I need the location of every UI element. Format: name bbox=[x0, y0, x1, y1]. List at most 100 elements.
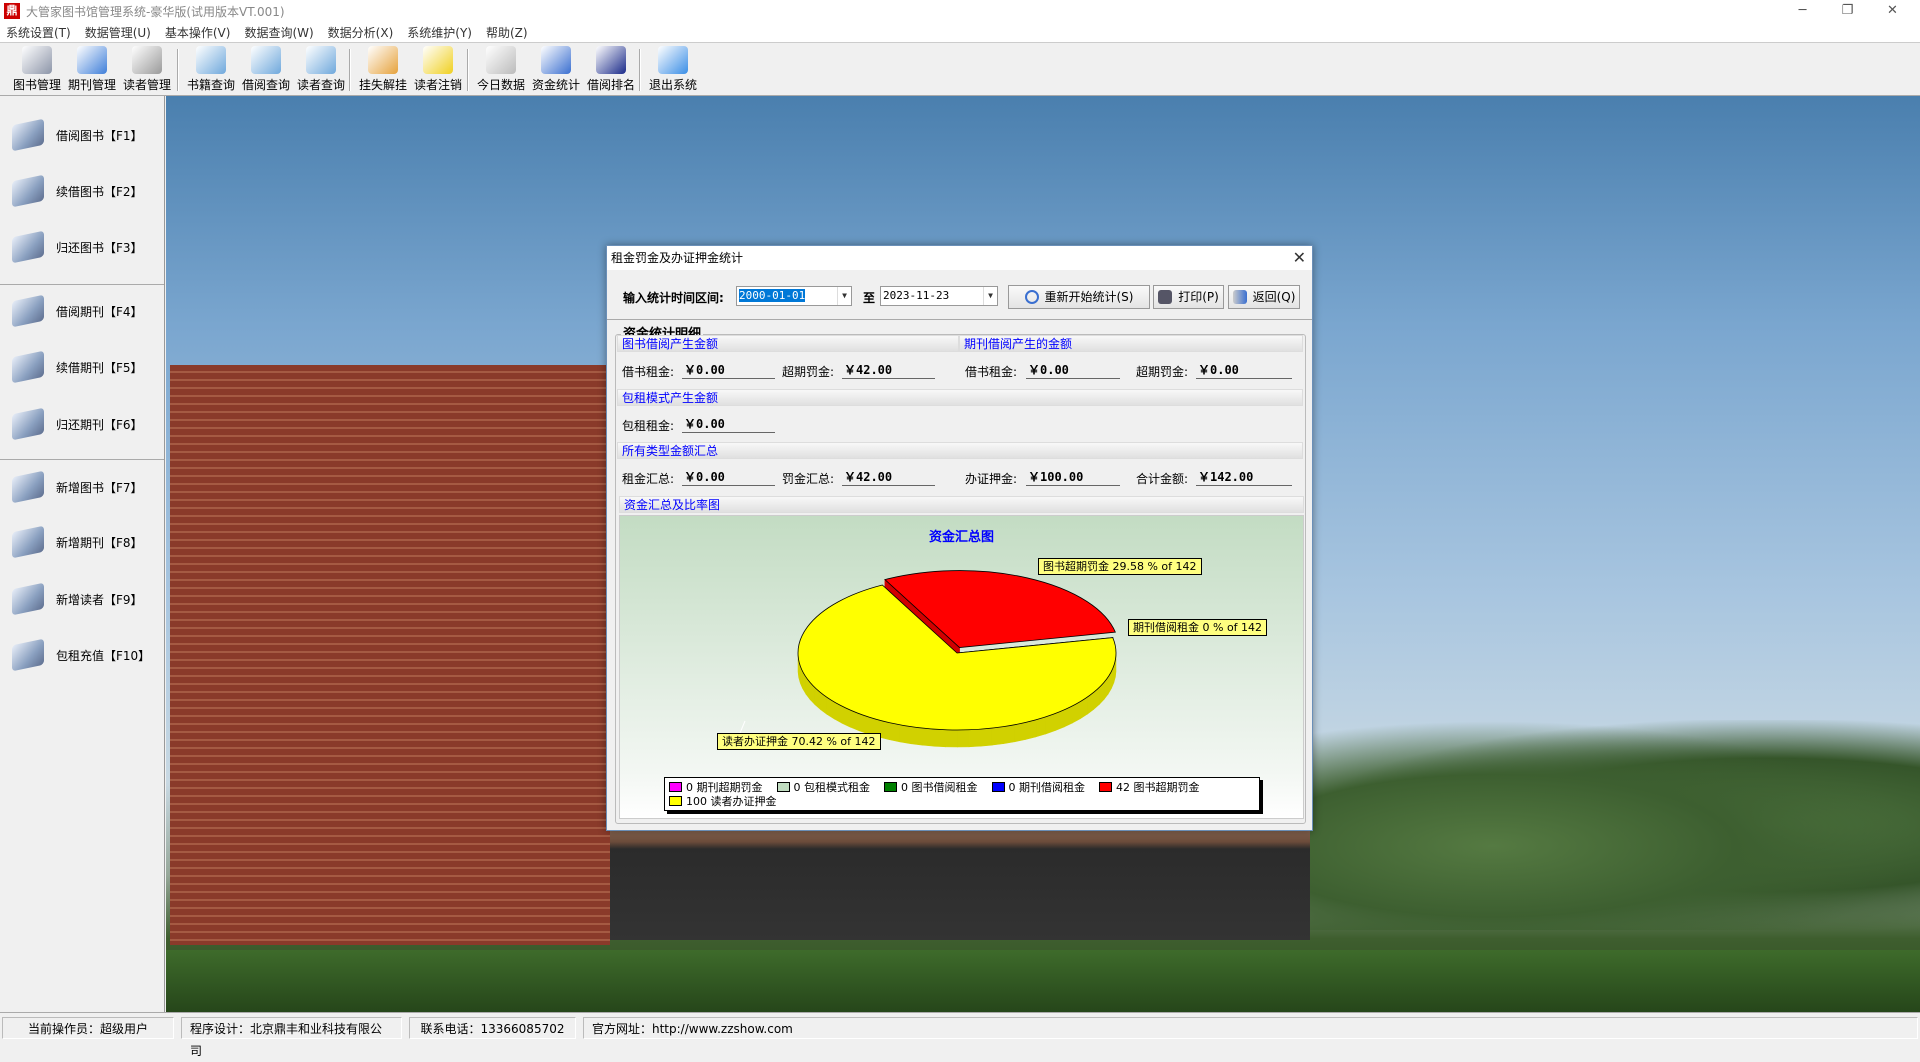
fund-statistics-dialog: 租金罚金及办证押金统计 ✕ 输入统计时间区间: 2000-01-01 ▼ 至 2… bbox=[606, 245, 1313, 831]
print-button[interactable]: 打印(P) bbox=[1153, 285, 1224, 309]
printer-icon bbox=[1158, 290, 1173, 304]
section-book-header: 图书借阅产生金额 bbox=[617, 335, 959, 352]
sidebar-item-2[interactable]: 归还图书【F3】 bbox=[12, 230, 143, 264]
toolbar-button-label: 资金统计 bbox=[531, 78, 580, 92]
sidebar-item-label: 借阅图书【F1】 bbox=[56, 128, 143, 143]
borrow-journal-icon bbox=[12, 294, 44, 328]
menu-data-analysis[interactable]: 数据分析(X) bbox=[328, 24, 394, 41]
book-rent-label: 借书租金: bbox=[622, 365, 675, 379]
toolbar-button-6[interactable]: 挂失解挂 bbox=[355, 46, 411, 94]
sidebar-item-5[interactable]: 归还期刊【F6】 bbox=[12, 407, 143, 441]
menu-data-query[interactable]: 数据查询(W) bbox=[244, 24, 313, 41]
sidebar-item-3[interactable]: 借阅期刊【F4】 bbox=[12, 294, 143, 328]
return-book-icon bbox=[12, 230, 44, 264]
toolbar: 图书管理 期刊管理 读者管理 书籍查询 借阅查询 读者查询 挂失解挂 读者注销 今日数据 资金统计… bbox=[0, 42, 1920, 96]
toolbar-button-label: 今日数据 bbox=[476, 78, 525, 92]
toolbar-button-1[interactable]: 期刊管理 bbox=[64, 46, 120, 94]
borrow-book-icon bbox=[12, 118, 44, 152]
toolbar-button-10[interactable]: 借阅排名 bbox=[583, 46, 639, 94]
toolbar-button-11[interactable]: 退出系统 bbox=[645, 46, 701, 94]
sidebar-item-8[interactable]: 新增读者【F9】 bbox=[12, 582, 143, 616]
rental-rent-value: ￥0.00 bbox=[682, 416, 775, 433]
sidebar-item-4[interactable]: 续借期刊【F5】 bbox=[12, 350, 143, 384]
label-leader-line bbox=[739, 720, 746, 734]
section-rental-header: 包租模式产生金额 bbox=[617, 389, 1303, 406]
fine-total-label: 罚金汇总: bbox=[782, 472, 835, 486]
legend-swatch bbox=[884, 782, 897, 792]
sidebar-divider bbox=[0, 459, 164, 460]
return-button[interactable]: 返回(Q) bbox=[1228, 285, 1300, 309]
end-date-value: 2023-11-23 bbox=[883, 289, 950, 302]
dialog-close-button[interactable]: ✕ bbox=[1293, 246, 1306, 270]
slice-label-book-fine: 图书超期罚金 29.58 % of 142 bbox=[1038, 558, 1202, 575]
legend-text: 42 图书超期罚金 bbox=[1116, 781, 1200, 794]
return-journal-icon bbox=[12, 407, 44, 441]
title-bar: 鼎 大管家图书馆管理系统-豪华版(试用版本VT.001) ─ ❐ ✕ bbox=[0, 0, 1920, 22]
menu-basic-operations[interactable]: 基本操作(V) bbox=[165, 24, 231, 41]
menu-help[interactable]: 帮助(Z) bbox=[486, 24, 528, 41]
grand-total-label: 合计金额: bbox=[1136, 472, 1189, 486]
toolbar-button-8[interactable]: 今日数据 bbox=[473, 46, 529, 94]
pie-slice-side bbox=[899, 724, 912, 745]
add-reader-icon bbox=[12, 582, 44, 616]
toolbar-button-label: 读者管理 bbox=[122, 78, 171, 92]
toolbar-button-3[interactable]: 书籍查询 bbox=[183, 46, 239, 94]
fund-pie-chart: 资金汇总图 图书超期罚金 29.58 % of 142 期刊借阅租金 0 % o… bbox=[619, 515, 1304, 819]
legend-swatch bbox=[776, 782, 790, 792]
toolbar-button-label: 借阅查询 bbox=[241, 78, 290, 92]
renew-book-icon bbox=[12, 174, 44, 208]
toolbar-button-2[interactable]: 读者管理 bbox=[119, 46, 175, 94]
sidebar-item-label: 新增图书【F7】 bbox=[56, 480, 143, 495]
chevron-down-icon[interactable]: ▼ bbox=[837, 287, 851, 305]
menu-system-settings[interactable]: 系统设置(T) bbox=[6, 24, 71, 41]
restart-statistics-button[interactable]: 重新开始统计(S) bbox=[1008, 285, 1150, 309]
menu-system-maintenance[interactable]: 系统维护(Y) bbox=[407, 24, 472, 41]
folder-search-icon bbox=[196, 46, 226, 74]
journal-icon bbox=[77, 46, 107, 74]
toolbar-button-7[interactable]: 读者注销 bbox=[410, 46, 466, 94]
close-button[interactable]: ✕ bbox=[1870, 0, 1915, 22]
legend-text: 0 包租模式租金 bbox=[793, 781, 871, 794]
sidebar-item-9[interactable]: 包租充值【F10】 bbox=[12, 638, 150, 672]
minimize-button[interactable]: ─ bbox=[1780, 0, 1825, 22]
return-label: 返回(Q) bbox=[1252, 290, 1296, 304]
toolbar-button-0[interactable]: 图书管理 bbox=[9, 46, 65, 94]
pie-slice-side bbox=[991, 726, 1004, 746]
newspaper-icon bbox=[486, 46, 516, 74]
sidebar-item-6[interactable]: 新增图书【F7】 bbox=[12, 470, 143, 504]
toolbar-separator bbox=[639, 49, 641, 91]
chevron-down-icon[interactable]: ▼ bbox=[983, 287, 997, 305]
toolbar-button-4[interactable]: 借阅查询 bbox=[238, 46, 294, 94]
sidebar-item-1[interactable]: 续借图书【F2】 bbox=[12, 174, 143, 208]
toolbar-button-label: 借阅排名 bbox=[586, 78, 635, 92]
background-trees bbox=[1310, 720, 1920, 930]
end-date-combo[interactable]: 2023-11-23 ▼ bbox=[880, 286, 998, 306]
legend-item: 0 期刊借阅租金 bbox=[991, 780, 1085, 794]
journal-fine-label: 超期罚金: bbox=[1136, 365, 1189, 379]
toolbar-button-5[interactable]: 读者查询 bbox=[293, 46, 349, 94]
dialog-title-bar: 租金罚金及办证押金统计 ✕ bbox=[607, 246, 1312, 270]
toolbar-button-9[interactable]: 资金统计 bbox=[528, 46, 584, 94]
start-date-combo[interactable]: 2000-01-01 ▼ bbox=[736, 286, 852, 306]
book-fine-value: ￥42.00 bbox=[842, 362, 935, 379]
sidebar-item-7[interactable]: 新增期刊【F8】 bbox=[12, 525, 143, 559]
sidebar-item-0[interactable]: 借阅图书【F1】 bbox=[12, 118, 143, 152]
grand-total-value: ￥142.00 bbox=[1196, 469, 1292, 486]
legend-swatch bbox=[669, 796, 682, 806]
dialog-title: 租金罚金及办证押金统计 bbox=[611, 251, 744, 265]
fine-total-value: ￥42.00 bbox=[842, 469, 935, 486]
toolbar-separator bbox=[467, 49, 469, 91]
section-total-header: 所有类型金额汇总 bbox=[617, 442, 1303, 459]
status-bar: 当前操作员：超级用户 程序设计：北京鼎丰和业科技有限公司 联系电话：133660… bbox=[0, 1012, 1920, 1058]
legend-item: 0 期刊超期罚金 bbox=[669, 780, 763, 794]
menu-data-management[interactable]: 数据管理(U) bbox=[85, 24, 151, 41]
exit-door-icon bbox=[1232, 290, 1247, 304]
legend-item: 100 读者办证押金 bbox=[669, 794, 777, 808]
legend-text: 0 图书借阅租金 bbox=[901, 781, 978, 794]
restore-button[interactable]: ❐ bbox=[1825, 0, 1870, 22]
restart-statistics-label: 重新开始统计(S) bbox=[1044, 290, 1134, 304]
sidebar-item-label: 新增期刊【F8】 bbox=[56, 535, 143, 550]
journal-rent-label: 借书租金: bbox=[965, 365, 1018, 379]
window-title: 大管家图书馆管理系统-豪华版(试用版本VT.001) bbox=[26, 4, 285, 19]
sidebar-item-label: 借阅期刊【F4】 bbox=[56, 304, 143, 319]
